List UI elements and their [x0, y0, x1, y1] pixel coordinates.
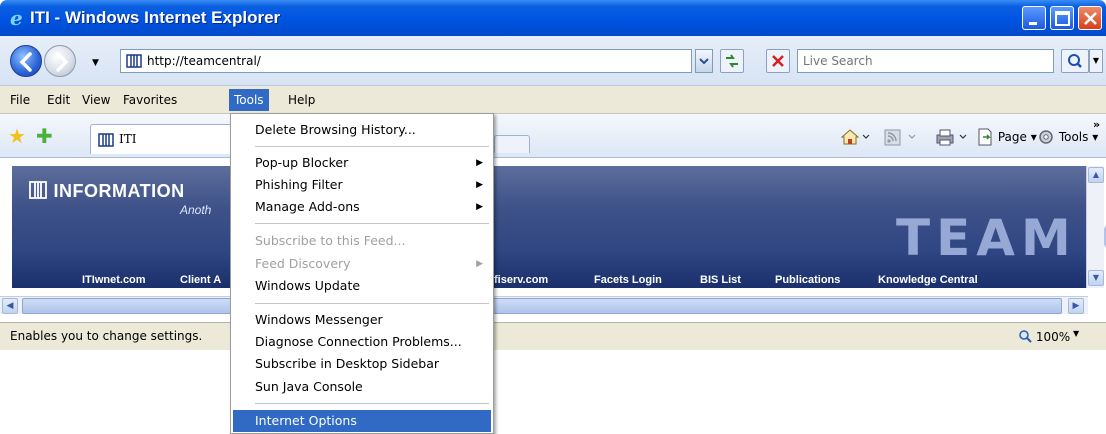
zoom-level[interactable]: 100% — [1018, 329, 1070, 344]
nav-link-publications[interactable]: Publications — [775, 274, 840, 286]
banner-logo: INFORMATION — [28, 180, 185, 202]
forward-button[interactable] — [44, 45, 76, 77]
menu-item-diagnose-connection[interactable]: Diagnose Connection Problems... — [233, 331, 491, 353]
refresh-button[interactable] — [720, 49, 744, 73]
menu-bar: File Edit View Favorites Tools Help — [0, 86, 1106, 114]
toolbar-overflow-icon[interactable]: » — [1093, 118, 1100, 131]
tab-bar: ★ ✚ ITI Page ▾ Tools ▾ » — [0, 114, 1106, 158]
minimize-button[interactable] — [1022, 6, 1046, 30]
vertical-scrollbar[interactable]: ▲ ▼ — [1086, 166, 1104, 288]
maximize-button[interactable] — [1050, 6, 1074, 30]
scroll-down-icon[interactable]: ▼ — [1088, 270, 1104, 286]
menu-item-windows-update[interactable]: Windows Update — [233, 275, 491, 297]
menu-help[interactable]: Help — [283, 89, 320, 111]
menu-tools[interactable]: Tools — [229, 89, 269, 111]
scroll-left-icon[interactable]: ◀ — [2, 298, 18, 314]
tools-menu-button[interactable]: Tools ▾ — [1037, 128, 1098, 146]
rss-feed-icon — [884, 129, 916, 146]
back-arrow-icon — [19, 52, 32, 72]
search-options-dropdown[interactable]: ▼ — [1089, 49, 1103, 73]
horizontal-scrollbar[interactable]: ◀ ▶ — [0, 296, 1088, 314]
search-button[interactable] — [1061, 49, 1089, 73]
search-input[interactable] — [798, 50, 1048, 72]
tab-favicon-icon — [98, 133, 114, 147]
submenu-arrow-icon: ▶ — [476, 158, 483, 168]
nav-link-facets-login[interactable]: Facets Login — [594, 274, 662, 286]
tools-menu-label: Tools — [1058, 130, 1089, 144]
chevron-down-icon — [699, 58, 709, 65]
scroll-up-icon[interactable]: ▲ — [1088, 167, 1104, 183]
zoom-dropdown-icon[interactable]: ▼ — [1073, 329, 1079, 338]
search-box[interactable] — [797, 49, 1054, 73]
print-button[interactable] — [935, 128, 969, 146]
team-central-wordmark: TEAM C — [896, 209, 1106, 267]
recent-pages-dropdown-icon[interactable]: ▼ — [92, 58, 99, 68]
printer-icon — [936, 129, 967, 146]
forward-arrow-icon — [56, 52, 69, 72]
stop-button[interactable] — [766, 49, 790, 73]
window-title: ITI - Windows Internet Explorer — [30, 8, 281, 27]
status-bar: Enables you to change settings. 100% ▼ — [0, 322, 1106, 350]
tab-label: ITI — [119, 132, 137, 146]
home-button[interactable] — [840, 128, 870, 146]
banner-title: INFORMATION — [53, 181, 185, 201]
menu-item-feed-discovery: Feed Discovery ▶ — [233, 253, 491, 275]
site-favicon-icon — [126, 54, 142, 68]
menu-item-sun-java-console[interactable]: Sun Java Console — [233, 376, 491, 398]
ie-logo-icon: e — [10, 6, 23, 30]
status-text: Enables you to change settings. — [10, 329, 203, 343]
menu-separator — [255, 403, 489, 404]
site-banner: INFORMATION Anoth TEAM C ITIwnet.com Cli… — [12, 166, 1106, 288]
scroll-right-icon[interactable]: ▶ — [1068, 298, 1084, 314]
zoom-value: 100% — [1035, 330, 1071, 344]
building-logo-icon — [29, 181, 47, 199]
nav-link-knowledge-central[interactable]: Knowledge Central — [878, 274, 978, 286]
address-dropdown-button[interactable] — [695, 49, 713, 73]
new-tab-button[interactable] — [494, 135, 530, 153]
home-icon — [840, 129, 870, 145]
menu-favorites[interactable]: Favorites — [118, 89, 182, 111]
favorites-center-star-icon[interactable]: ★ — [8, 126, 26, 146]
menu-item-delete-browsing-history[interactable]: Delete Browsing History... — [233, 119, 491, 141]
menu-edit[interactable]: Edit — [42, 89, 75, 111]
tools-dropdown-menu: Delete Browsing History... Pop-up Blocke… — [230, 113, 494, 434]
menu-item-phishing-filter[interactable]: Phishing Filter ▶ — [233, 174, 491, 196]
refresh-icon — [726, 54, 738, 68]
horizontal-scroll-thumb[interactable] — [22, 298, 1062, 314]
nav-link-bis-list[interactable]: BIS List — [700, 274, 741, 286]
menu-item-subscribe-sidebar[interactable]: Subscribe in Desktop Sidebar — [233, 353, 491, 375]
page-icon — [978, 128, 992, 146]
stop-icon — [772, 55, 784, 67]
menu-item-subscribe-feed: Subscribe to this Feed... — [255, 233, 406, 248]
nav-link-itiwnet[interactable]: ITIwnet.com — [82, 274, 146, 286]
menu-item-popup-blocker[interactable]: Pop-up Blocker ▶ — [233, 152, 491, 174]
menu-view[interactable]: View — [77, 89, 115, 111]
title-bar: e ITI - Windows Internet Explorer — [0, 0, 1106, 36]
address-toolbar: ▼ http://teamcentral/ ▼ — [0, 36, 1106, 86]
zoom-magnifier-icon — [1019, 330, 1032, 343]
page-menu-button[interactable]: Page ▾ — [976, 128, 1037, 146]
menu-item-internet-options[interactable]: Internet Options — [233, 410, 491, 432]
submenu-arrow-icon: ▶ — [476, 202, 483, 212]
submenu-arrow-icon: ▶ — [476, 180, 483, 190]
back-button[interactable] — [10, 45, 42, 77]
banner-tagline: Anoth — [180, 203, 212, 217]
close-button[interactable] — [1078, 6, 1102, 30]
menu-item-windows-messenger[interactable]: Windows Messenger — [233, 309, 491, 331]
address-field[interactable]: http://teamcentral/ — [120, 49, 692, 73]
page-menu-label: Page — [997, 130, 1027, 144]
menu-file[interactable]: File — [5, 89, 35, 111]
feeds-button[interactable] — [884, 128, 918, 146]
add-to-favorites-icon[interactable]: ✚ — [36, 126, 53, 146]
menu-separator — [255, 223, 489, 224]
gear-icon — [1039, 130, 1053, 144]
submenu-arrow-icon: ▶ — [476, 259, 483, 269]
menu-separator — [255, 146, 489, 147]
nav-link-fiserv[interactable]: fiserv.com — [494, 274, 548, 286]
search-icon — [1068, 54, 1082, 68]
menu-item-manage-addons[interactable]: Manage Add-ons ▶ — [233, 196, 491, 218]
menu-separator — [255, 303, 489, 304]
nav-link-client[interactable]: Client A — [180, 274, 221, 286]
url-text: http://teamcentral/ — [147, 54, 261, 68]
